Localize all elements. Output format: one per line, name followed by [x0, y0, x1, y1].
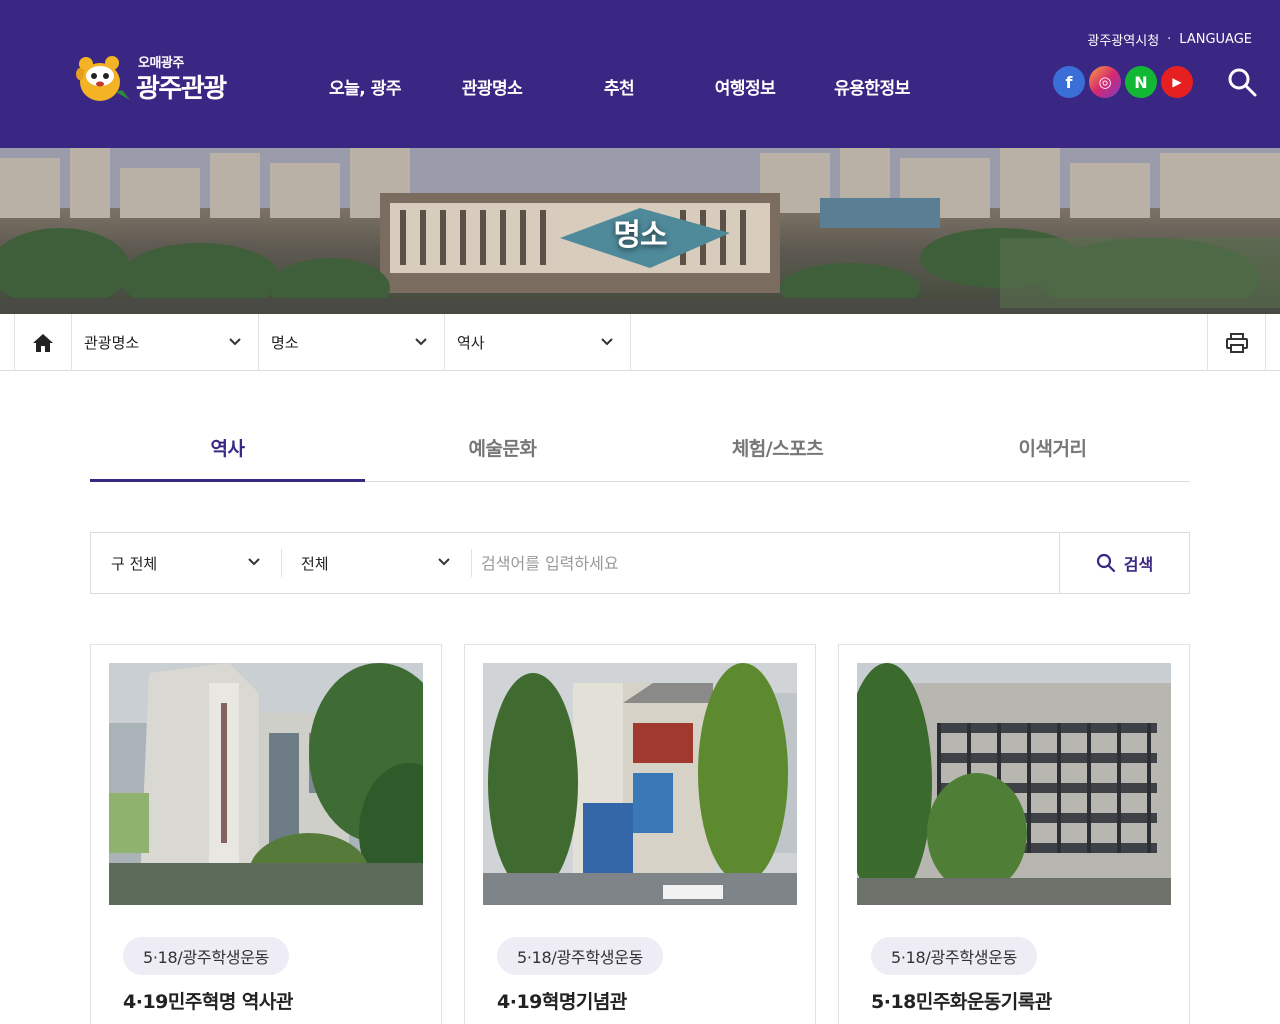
nav-useful-info[interactable]: 유용한정보: [806, 74, 938, 100]
like-button[interactable]: 103: [702, 989, 797, 1021]
site-logo[interactable]: 오매광주 광주관광: [72, 50, 262, 106]
youtube-icon[interactable]: ▶: [1161, 66, 1193, 98]
heart-icon: [1094, 997, 1113, 1013]
attraction-card[interactable]: 103 5·18/광주학생운동 4·19혁명기념관: [464, 644, 816, 1024]
attraction-photo: [109, 663, 423, 905]
search-button-label: 검색: [1123, 555, 1154, 574]
breadcrumb-select-depth2[interactable]: 명소: [259, 314, 445, 371]
heart-icon: [720, 997, 739, 1013]
utility-links: 광주광역시청 · LANGUAGE: [1087, 30, 1252, 49]
print-button[interactable]: [1207, 314, 1266, 371]
instagram-icon[interactable]: ◎: [1089, 66, 1121, 98]
chevron-down-icon: [438, 558, 450, 566]
logo-title: 광주관광: [136, 74, 227, 104]
category-badge: 5·18/광주학생운동: [123, 937, 290, 975]
facebook-icon[interactable]: f: [1053, 66, 1085, 98]
page-title: 명소: [613, 218, 667, 253]
divider: [471, 549, 472, 577]
heart-icon: [346, 997, 365, 1013]
sns-links: f ◎ N ▶: [1053, 66, 1193, 98]
category-select[interactable]: 전체: [301, 533, 471, 593]
home-icon: [33, 333, 53, 352]
card-title: 4·19혁명기념관: [497, 991, 627, 1013]
chevron-down-icon: [601, 338, 613, 346]
search-icon[interactable]: [1226, 66, 1258, 98]
language-link[interactable]: LANGUAGE: [1179, 32, 1252, 47]
page-banner: 명소: [0, 148, 1280, 314]
category-badge: 5·18/광주학생운동: [871, 937, 1038, 975]
tab-unique-streets[interactable]: 이색거리: [915, 420, 1190, 482]
main-nav: 오늘, 광주 관광명소 추천 여행정보 유용한정보: [300, 74, 938, 100]
search-icon: [1096, 553, 1115, 573]
mascot-logo-icon: [76, 56, 130, 101]
attraction-card[interactable]: 276 5·18/광주학생운동 5·18민주화운동기록관: [838, 644, 1190, 1024]
search-button[interactable]: 검색: [1059, 533, 1189, 593]
nav-recommend[interactable]: 추천: [554, 74, 684, 100]
attraction-photo: [857, 663, 1171, 905]
home-button[interactable]: [14, 314, 72, 371]
divider: [281, 549, 282, 577]
breadcrumb-label: 명소: [271, 334, 299, 352]
district-select-value: 구 전체: [111, 554, 158, 573]
breadcrumb-label: 역사: [457, 334, 485, 352]
category-badge: 5·18/광주학생운동: [497, 937, 664, 975]
attraction-card[interactable]: 157 5·18/광주학생운동 4·19민주혁명 역사관: [90, 644, 442, 1024]
breadcrumb-label: 관광명소: [84, 334, 140, 352]
nav-attractions[interactable]: 관광명소: [430, 74, 554, 100]
tab-history[interactable]: 역사: [90, 420, 365, 482]
site-header: 오매광주 광주관광 오늘, 광주 관광명소 추천 여행정보 유용한정보 광주광역…: [0, 0, 1280, 148]
search-input[interactable]: [481, 545, 1041, 581]
nav-travel-info[interactable]: 여행정보: [684, 74, 806, 100]
like-count: 157: [373, 996, 405, 1014]
nav-today-gwangju[interactable]: 오늘, 광주: [300, 74, 430, 100]
like-count: 103: [747, 996, 779, 1014]
printer-icon: [1225, 332, 1248, 353]
chevron-down-icon: [229, 338, 241, 346]
district-select[interactable]: 구 전체: [111, 533, 281, 593]
tab-art-culture[interactable]: 예술문화: [365, 420, 640, 482]
breadcrumb-select-depth3[interactable]: 역사: [445, 314, 631, 371]
like-button[interactable]: 276: [1076, 989, 1171, 1021]
tab-experience-sports[interactable]: 체험/스포츠: [640, 420, 915, 482]
card-title: 4·19민주혁명 역사관: [123, 991, 293, 1013]
attraction-photo: [483, 663, 797, 905]
like-count: 276: [1121, 996, 1153, 1014]
city-hall-link[interactable]: 광주광역시청: [1087, 30, 1159, 49]
breadcrumb-select-depth1[interactable]: 관광명소: [72, 314, 259, 371]
like-button[interactable]: 157: [328, 989, 423, 1021]
category-tabs: 역사 예술문화 체험/스포츠 이색거리: [90, 420, 1190, 482]
naver-icon[interactable]: N: [1125, 66, 1157, 98]
category-select-value: 전체: [301, 554, 329, 573]
separator-dot: ·: [1167, 32, 1172, 47]
chevron-down-icon: [248, 558, 260, 566]
breadcrumb: 관광명소 명소 역사: [0, 314, 1280, 371]
search-panel: 구 전체 전체 검색: [90, 532, 1190, 594]
chevron-down-icon: [415, 338, 427, 346]
card-title: 5·18민주화운동기록관: [871, 991, 1052, 1013]
